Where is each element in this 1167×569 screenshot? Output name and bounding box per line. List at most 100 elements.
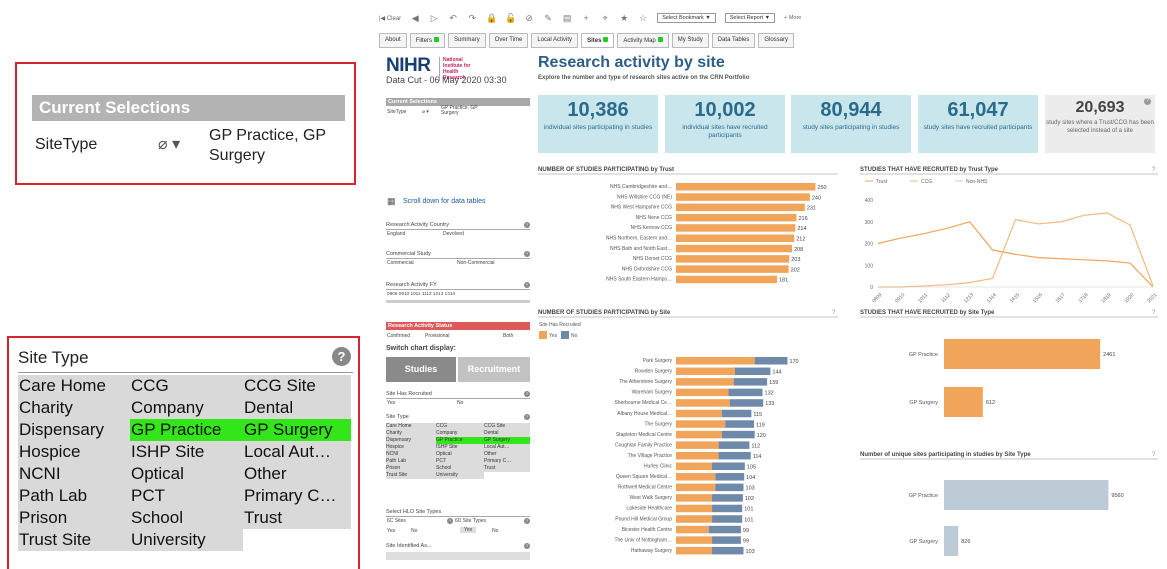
data-label: 103 <box>746 486 755 492</box>
bar-yes <box>676 388 729 397</box>
help-icon[interactable]: ? <box>332 347 351 366</box>
bar <box>676 183 816 191</box>
bar <box>676 203 805 212</box>
category-label: NHS Northern, Eastern and… <box>606 236 672 242</box>
legend-label: CCG <box>921 179 932 185</box>
x-tick-label: 1516 <box>1032 292 1044 304</box>
site-type-option[interactable]: CCG Site <box>243 375 351 397</box>
bar-no <box>712 494 743 502</box>
bar-yes <box>676 462 713 470</box>
data-label: 9560 <box>1111 493 1123 499</box>
site-type-option[interactable]: Primary C… <box>243 485 351 507</box>
category-label: NHS Oxfordshire CCG <box>622 266 672 272</box>
data-label: 104 <box>746 475 755 481</box>
site-type-option[interactable]: Dental <box>243 397 351 419</box>
bar-yes <box>676 536 713 544</box>
category-label: Lakeside Healthcare <box>626 506 672 512</box>
bar-yes <box>676 504 713 513</box>
site-type-option[interactable]: Prison <box>18 507 130 529</box>
data-label: 612 <box>986 400 995 406</box>
bar-yes <box>676 525 709 534</box>
data-label: 105 <box>747 465 756 471</box>
category-label: Rothwell Medical Centre <box>618 485 672 491</box>
chart-title: NUMBER OF STUDIES PARTICIPATING by Site <box>538 310 671 316</box>
bar-yes <box>676 357 755 365</box>
data-label: 144 <box>772 370 781 376</box>
bar <box>676 275 777 284</box>
selection-field-label: SiteType <box>35 136 98 153</box>
y-tick-label: 200 <box>865 242 874 248</box>
y-tick-label: 100 <box>865 263 874 269</box>
bar <box>676 244 792 253</box>
x-tick-label: 1213 <box>963 292 975 304</box>
bar-no <box>712 515 743 523</box>
chart-title: STUDIES THAT HAVE RECRUITED by Site Type <box>860 310 995 316</box>
bar <box>676 234 795 242</box>
legend-swatch <box>539 331 547 339</box>
x-tick-label: 1415 <box>1009 292 1021 304</box>
data-label: 133 <box>765 401 774 407</box>
data-label: 214 <box>797 226 806 232</box>
bar <box>944 526 959 556</box>
bar <box>944 387 983 417</box>
site-type-option[interactable]: Company <box>130 397 243 419</box>
site-type-option[interactable]: GP Surgery <box>243 419 351 441</box>
site-type-option[interactable]: University <box>130 529 243 551</box>
bar-yes <box>676 515 713 523</box>
category-label: NHS Nene CCG <box>636 215 673 221</box>
eraser-dropdown-icon[interactable]: ⌀ ▾ <box>158 134 180 154</box>
category-label: GP Surgery <box>909 539 938 545</box>
site-type-option[interactable]: ISHP Site <box>130 441 243 463</box>
category-label: Wareham Surgery <box>632 390 673 396</box>
bar-no <box>715 483 744 492</box>
series-line <box>877 221 1154 288</box>
category-label: Coughlan Family Practice <box>615 442 672 448</box>
site-type-option[interactable]: Hospice <box>18 441 130 463</box>
category-label: NHS West Hampshire CCG <box>611 205 672 211</box>
site-type-list: Care Home CCG CCG Site Charity Company Dental… <box>18 375 351 551</box>
category-label: NHS Dorset CCG <box>633 256 672 262</box>
bar-yes <box>676 399 730 407</box>
site-type-option[interactable]: GP Practice <box>130 419 243 441</box>
bar-no <box>721 409 752 418</box>
site-type-option[interactable]: Trust Site <box>18 529 130 551</box>
bar <box>944 480 1109 510</box>
data-label: 2461 <box>1103 352 1115 358</box>
bar-yes <box>676 367 735 376</box>
site-type-option[interactable]: Trust <box>243 507 351 529</box>
site-type-option[interactable]: PCT <box>130 485 243 507</box>
chart-title: STUDIES THAT HAVE RECRUITED by Trust Typ… <box>860 167 999 173</box>
site-type-option[interactable]: Charity <box>18 397 130 419</box>
category-label: West Walk Surgery <box>629 495 672 501</box>
site-type-option[interactable]: School <box>130 507 243 529</box>
site-type-option[interactable]: Optical <box>130 463 243 485</box>
bar-no <box>729 399 764 407</box>
site-type-option[interactable]: Local Aut… <box>243 441 351 463</box>
bar-yes <box>676 430 722 439</box>
bar-no <box>712 546 744 555</box>
category-label: GP Practice <box>909 493 938 499</box>
site-type-option[interactable]: Dispensary <box>18 419 130 441</box>
help-icon: ? <box>1152 310 1156 316</box>
site-type-option[interactable]: CCG <box>130 375 243 397</box>
category-label: The Village Practice <box>628 453 673 459</box>
data-label: 203 <box>791 257 800 263</box>
bar-no <box>728 388 763 397</box>
help-icon: ? <box>832 310 836 316</box>
site-type-option[interactable]: Care Home <box>18 375 130 397</box>
help-icon: ? <box>1152 452 1156 458</box>
bar-yes <box>676 441 719 449</box>
bar-no <box>718 451 751 460</box>
site-type-option[interactable]: Path Lab <box>18 485 130 507</box>
bar-no <box>735 367 771 376</box>
bar <box>676 213 797 222</box>
data-label: 112 <box>751 443 760 449</box>
category-label: Bicester Health Centre <box>622 527 673 533</box>
site-type-option[interactable]: Other <box>243 463 351 485</box>
site-type-option[interactable]: NCNI <box>18 463 130 485</box>
x-tick-label: 1112 <box>940 292 952 304</box>
legend-label: Yes <box>549 333 558 339</box>
bar-yes <box>676 473 716 481</box>
category-label: The Surgery <box>644 421 672 427</box>
category-label: Hathaway Surgery <box>631 548 673 554</box>
